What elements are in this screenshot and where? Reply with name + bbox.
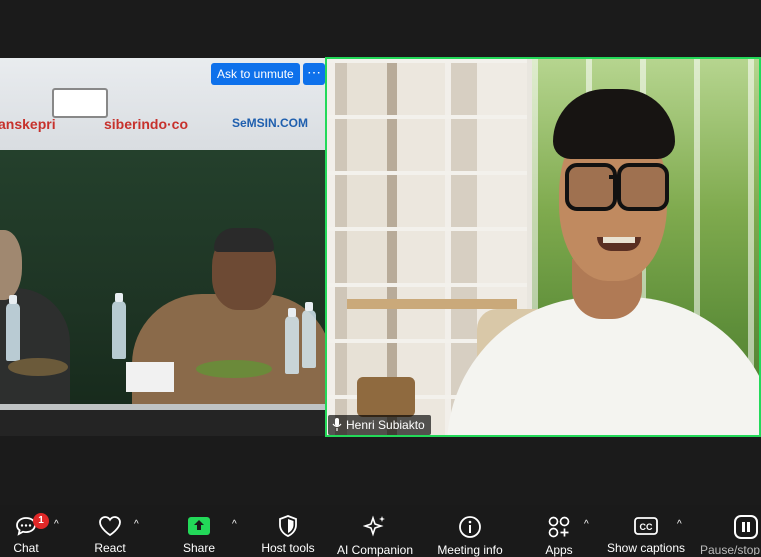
- heart-icon: [98, 515, 122, 537]
- react-button[interactable]: React: [88, 505, 132, 555]
- table: [0, 410, 325, 436]
- share-icon: [187, 515, 211, 537]
- participant-name-tag: Henri Subiakto: [328, 415, 431, 435]
- captions-options-caret[interactable]: ^: [677, 519, 682, 530]
- meeting-info-button[interactable]: Meeting info: [434, 505, 506, 557]
- shield-icon: [278, 515, 298, 537]
- svg-text:CC: CC: [640, 522, 653, 532]
- chat-options-caret[interactable]: ^: [54, 519, 59, 530]
- banner-logo: [52, 88, 108, 118]
- share-label: Share: [182, 541, 216, 555]
- meeting-toolbar: Chat 1 ^ React ^ Share ^ Host tools AI C…: [0, 505, 761, 557]
- snack-plate: [8, 358, 68, 376]
- chat-unread-badge: 1: [33, 513, 49, 529]
- apps-icon: [547, 515, 571, 539]
- banner-text-3: SeMSIN.COM: [232, 116, 309, 130]
- participant-name: Henri Subiakto: [346, 418, 425, 432]
- react-options-caret[interactable]: ^: [134, 519, 139, 530]
- host-tools-label: Host tools: [261, 541, 315, 555]
- apps-options-caret[interactable]: ^: [584, 519, 589, 530]
- speaker-teeth: [603, 237, 635, 243]
- water-bottle: [302, 302, 316, 368]
- water-bottle: [285, 308, 299, 374]
- water-bottle: [112, 293, 126, 359]
- paper-sheet: [126, 362, 174, 392]
- glasses-bridge: [609, 175, 621, 179]
- glasses-lens-left: [565, 163, 617, 211]
- apps-button[interactable]: Apps: [540, 505, 578, 557]
- water-bottle: [6, 295, 20, 361]
- snack-plate: [196, 360, 272, 378]
- info-icon: [458, 515, 482, 539]
- ai-companion-button[interactable]: AI Companion: [334, 505, 416, 557]
- desk: [347, 299, 517, 309]
- pause-stop-button[interactable]: Pause/stop: [700, 505, 761, 555]
- basket: [357, 377, 415, 417]
- sparkle-icon: [363, 515, 387, 539]
- video-tile-room[interactable]: anskepri siberindo·co SeMSIN.COM: [0, 58, 325, 436]
- host-tools-button[interactable]: Host tools: [258, 505, 318, 555]
- share-button[interactable]: Share: [178, 505, 220, 555]
- chat-button[interactable]: Chat 1: [6, 505, 49, 555]
- cc-icon: CC: [634, 515, 658, 537]
- video-gallery: anskepri siberindo·co SeMSIN.COM Ask to …: [0, 0, 761, 505]
- microphone-icon: [332, 418, 342, 432]
- react-label: React: [94, 541, 126, 555]
- show-captions-label: Show captions: [606, 541, 686, 555]
- banner-text-1: anskepri: [0, 116, 56, 132]
- chat-label: Chat: [13, 541, 39, 555]
- pause-stop-label: Pause/stop: [700, 543, 761, 555]
- glasses-lens-right: [617, 163, 669, 211]
- video-tile-active-speaker[interactable]: [325, 57, 761, 437]
- ask-to-unmute-button[interactable]: Ask to unmute: [211, 63, 300, 85]
- pause-icon: [734, 515, 758, 539]
- share-options-caret[interactable]: ^: [232, 519, 237, 530]
- more-options-button[interactable]: ⋯: [303, 63, 325, 85]
- banner-text-2: siberindo·co: [104, 116, 189, 132]
- show-captions-button[interactable]: CC Show captions: [604, 505, 688, 555]
- participant-center-hair: [214, 228, 274, 252]
